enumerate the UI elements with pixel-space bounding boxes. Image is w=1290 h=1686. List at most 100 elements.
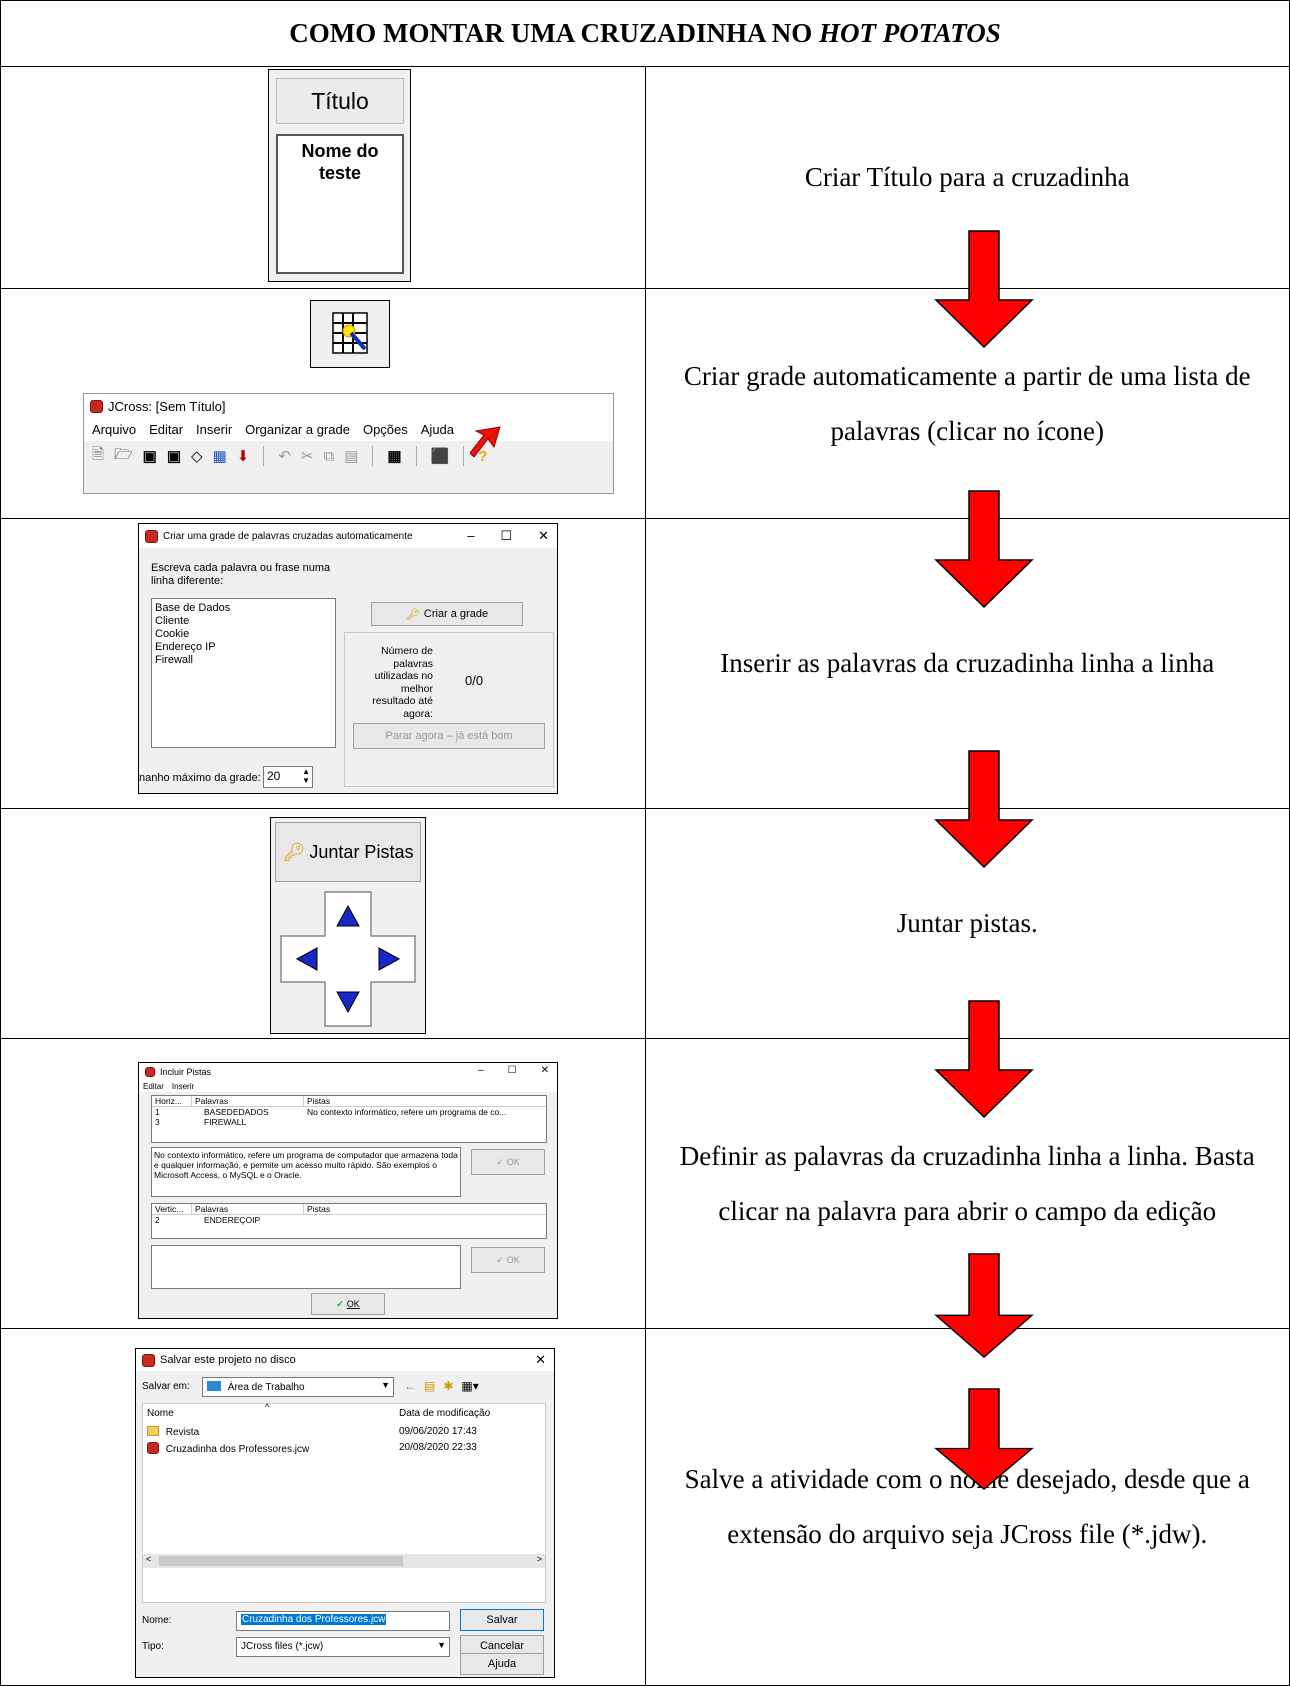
cut-icon[interactable]: ✂ [301, 447, 314, 465]
export-icon[interactable]: ⬇ [237, 447, 250, 465]
paste-icon[interactable]: ▤ [344, 447, 358, 465]
chevron-down-icon[interactable]: ▼ [381, 1380, 390, 1390]
close-icon[interactable]: ✕ [541, 1065, 549, 1076]
save-icon[interactable]: ▣ [143, 447, 157, 465]
menu-editar[interactable]: Editar [143, 1082, 164, 1091]
eraser-icon[interactable]: ◇ [191, 447, 203, 465]
vertical-clue-textarea[interactable] [151, 1245, 461, 1289]
create-grid-title: Criar uma grade de palavras cruzadas aut… [163, 530, 413, 542]
table-row[interactable]: 2 ENDEREÇOIP [152, 1215, 546, 1225]
direction-pad[interactable] [275, 890, 421, 1028]
ok-small-label: OK [506, 1255, 520, 1265]
save-in-value: Área de Trabalho [227, 1382, 305, 1393]
menu-organizar-grade[interactable]: Organizar a grade [245, 422, 350, 437]
open-folder-icon[interactable]: 🗁 [114, 444, 133, 469]
jcross-main-window: JCross: [Sem Título] Arquivo Editar Inse… [83, 393, 614, 494]
list-item[interactable]: Cruzadinha dos Professores.jcw 20/08/202… [147, 1442, 537, 1458]
scroll-left-icon[interactable]: < [146, 1554, 151, 1564]
table-row[interactable]: 3 FIREWALL [152, 1117, 546, 1127]
stepper-arrows-icon[interactable]: ▲ ▼ [302, 767, 310, 785]
menu-opcoes[interactable]: Opções [363, 422, 408, 437]
up-folder-icon[interactable]: ▤ [424, 1379, 435, 1393]
ok-small-button[interactable]: ✓ OK [471, 1149, 545, 1175]
table-header: Horiz... Palavras Pistas [152, 1096, 546, 1107]
create-grid-button[interactable]: 🔑︎ Criar a grade [371, 602, 523, 626]
view-menu-icon[interactable]: ▦▾ [461, 1379, 478, 1393]
app-icon [145, 529, 158, 543]
close-icon[interactable]: ✕ [538, 528, 549, 544]
config-icon[interactable]: ⬛ [431, 447, 450, 465]
join-clues-button[interactable]: 🔑︎ Juntar Pistas [275, 822, 421, 882]
count-value: 0/0 [465, 673, 484, 688]
minimize-icon[interactable]: – [478, 1065, 484, 1076]
maximize-icon[interactable]: ☐ [508, 1065, 517, 1076]
table-row[interactable]: 1 BASEDEDADOS No contexto informático, r… [152, 1107, 546, 1117]
horizontal-scrollbar[interactable]: < > [143, 1554, 545, 1568]
red-down-arrow-icon [934, 490, 1034, 609]
nav-toolbar: ← ▤ ✱ ▦▾ [404, 1379, 479, 1393]
pointer-arrow-icon [470, 426, 501, 458]
horizontal-clues-table: Horiz... Palavras Pistas 1 BASEDEDADOS N… [151, 1095, 547, 1143]
new-folder-icon[interactable]: ✱ [443, 1379, 453, 1393]
menu-arquivo[interactable]: Arquivo [92, 422, 136, 437]
column-header[interactable]: Palavras [192, 1096, 304, 1106]
row-word: ENDEREÇOIP [204, 1215, 261, 1225]
scroll-right-icon[interactable]: > [537, 1554, 542, 1564]
type-label: Tipo: [142, 1641, 164, 1652]
ok-button[interactable]: ✓ OK [311, 1293, 385, 1315]
file-date: 09/06/2020 17:43 [399, 1426, 477, 1437]
grid-icon-large[interactable] [310, 300, 390, 368]
column-header[interactable]: Pistas [304, 1096, 330, 1106]
menu-editar[interactable]: Editar [149, 422, 183, 437]
column-date[interactable]: Data de modificação [399, 1408, 490, 1419]
undo-icon[interactable]: ↶ [278, 447, 291, 465]
desktop-icon [207, 1381, 221, 1391]
create-grid-label: Criar a grade [423, 608, 489, 620]
web-page-icon[interactable]: ▦ [213, 447, 227, 465]
menu-inserir[interactable]: Inserir [196, 422, 232, 437]
back-arrow-icon[interactable]: ← [404, 1379, 416, 1393]
column-header[interactable]: Horiz... [152, 1096, 192, 1106]
chevron-down-icon[interactable]: ▼ [437, 1640, 446, 1650]
column-name[interactable]: Nome [147, 1408, 174, 1419]
file-type-select[interactable]: JCross files (*.jcw) ▼ [236, 1637, 450, 1657]
key-icon: 🔑︎ [282, 841, 306, 862]
clue-textarea[interactable]: No contexto informático, refere um progr… [151, 1147, 461, 1197]
create-grid-title-bar: Criar uma grade de palavras cruzadas aut… [139, 524, 557, 548]
column-header[interactable]: Palavras [192, 1204, 304, 1214]
title-button[interactable]: Título [276, 78, 404, 124]
max-size-stepper[interactable]: 20 ▲ ▼ [263, 766, 313, 788]
table-header: Vertic... Palavras Pistas [152, 1204, 546, 1215]
save-as-icon[interactable]: ▣ [167, 447, 181, 465]
scroll-thumb[interactable] [159, 1556, 403, 1566]
save-in-select[interactable]: Área de Trabalho ▼ [202, 1377, 394, 1397]
save-button[interactable]: Salvar [460, 1609, 544, 1631]
word-list-textarea[interactable]: Base de Dados Cliente Cookie Endereço IP… [151, 598, 336, 748]
list-item[interactable]: Revista 09/06/2020 17:43 [147, 1426, 537, 1442]
app-icon [145, 1067, 155, 1077]
title-italic: HOT POTATOS [818, 18, 1001, 48]
test-name-box[interactable]: Nome do teste [276, 134, 404, 274]
ok-small-button-2[interactable]: ✓ OK [471, 1247, 545, 1273]
step5-text: Definir as palavras da cruzadinha linha … [679, 1140, 1255, 1226]
step3-text: Inserir as palavras da cruzadinha linha … [720, 648, 1215, 678]
jcross-toolbar: 🗎 🗁 ▣ ▣ ◇ ▦ ⬇ ↶ ✂ ⧉ ▤ ▦ ⬛ ? [84, 441, 613, 471]
file-name-input[interactable]: Cruzadinha dos Professores.jcw [236, 1611, 450, 1631]
sort-caret-icon: ^ [265, 1402, 270, 1412]
maximize-icon[interactable]: ☐ [500, 528, 512, 544]
copy-icon[interactable]: ⧉ [324, 448, 335, 465]
stop-button[interactable]: Parar agora – já está bom [353, 723, 545, 749]
step1-text: Criar Título para a cruzadinha [804, 162, 1130, 192]
help-button[interactable]: Ajuda [460, 1653, 544, 1675]
word-item: Cookie [155, 628, 190, 640]
column-header[interactable]: Pistas [304, 1204, 330, 1214]
close-icon[interactable]: ✕ [535, 1352, 546, 1368]
new-file-icon[interactable]: 🗎 [92, 444, 104, 469]
red-down-arrow-icon [934, 1000, 1034, 1119]
column-header[interactable]: Vertic... [152, 1204, 192, 1214]
menu-ajuda[interactable]: Ajuda [421, 422, 454, 437]
minimize-icon[interactable]: – [467, 528, 474, 544]
auto-grid-icon[interactable]: ▦ [387, 447, 401, 465]
menu-inserir[interactable]: Inserir [172, 1082, 194, 1091]
red-down-arrow-icon [934, 1253, 1034, 1359]
